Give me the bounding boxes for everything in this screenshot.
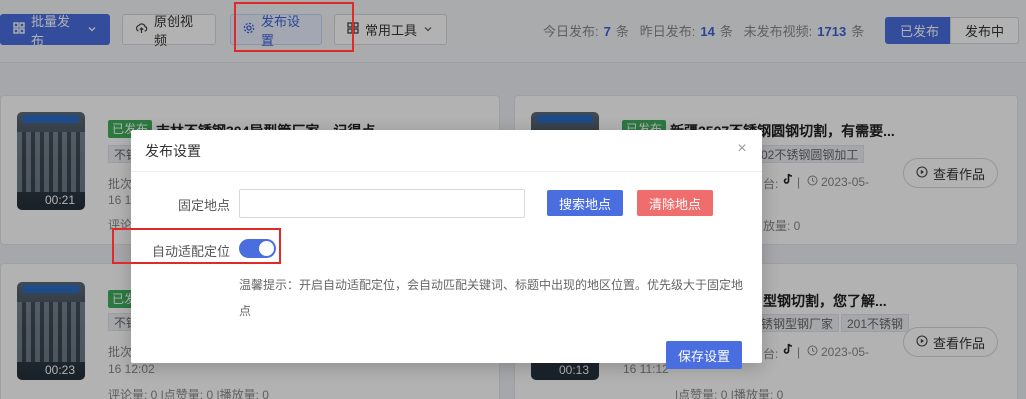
- save-settings-button[interactable]: 保存设置: [666, 341, 742, 369]
- fixed-location-label: 固定地点: [178, 198, 231, 213]
- publish-settings-dialog: 发布设置 × 固定地点 搜索地点 清除地点 自动适配定位 温馨提示：开启自动适配…: [131, 130, 762, 369]
- auto-locate-label: 自动适配定位: [152, 244, 231, 259]
- toggle-knob: [259, 241, 274, 256]
- dialog-header: 发布设置: [131, 130, 762, 172]
- clear-location-button[interactable]: 清除地点: [637, 190, 713, 216]
- hint-text: 温馨提示：开启自动适配定位，会自动匹配关键词、标题中出现的地区位置。优先级大于固…: [239, 278, 744, 318]
- search-location-button[interactable]: 搜索地点: [547, 190, 623, 216]
- fixed-location-input[interactable]: [239, 189, 525, 218]
- dialog-title: 发布设置: [145, 142, 201, 159]
- auto-locate-toggle[interactable]: [239, 239, 276, 258]
- close-icon[interactable]: ×: [734, 141, 750, 157]
